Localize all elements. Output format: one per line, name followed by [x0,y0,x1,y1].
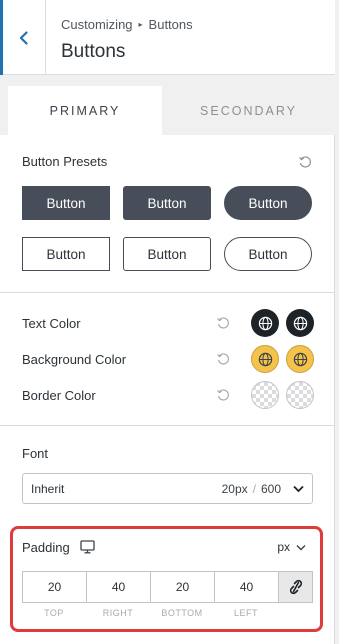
background-color-swatch-initial[interactable] [251,345,279,373]
padding-left-input[interactable]: 40 [214,571,278,603]
text-color-label: Text Color [22,315,81,331]
breadcrumb-root: Customizing [61,17,133,32]
border-color-label: Border Color [22,387,96,403]
border-color-swatch-initial[interactable] [251,381,279,409]
padding-header: Padding px [22,538,306,556]
presets-reset-icon[interactable] [298,155,312,169]
breadcrumb-current: Buttons [148,17,193,32]
divider [0,425,335,426]
customizer-panel: Customizing ▸ Buttons Buttons PRIMARY SE… [0,0,335,644]
font-weight-value: 600 [260,481,281,496]
background-color-reset-icon[interactable] [216,352,230,366]
page-title: Buttons [61,41,126,62]
padding-bottom-input[interactable]: 20 [150,571,214,603]
presets-header: Button Presets [22,154,312,169]
background-color-label: Background Color [22,351,127,367]
padding-label: Padding [22,539,70,555]
border-color-reset-icon[interactable] [216,388,230,402]
unit-value: px [277,540,290,554]
font-family-value: Inherit [31,481,65,496]
tab-bar: PRIMARY SECONDARY [0,75,335,135]
preset-button-solid-rounded[interactable]: Button [123,186,211,220]
font-label: Font [22,446,49,461]
border-color-swatch-hover[interactable] [286,381,314,409]
text-color-reset-icon[interactable] [216,316,230,330]
unit-select[interactable]: px [277,540,306,554]
breadcrumb-separator-icon: ▸ [138,20,143,29]
preset-button-outline-rounded[interactable]: Button [123,237,211,271]
padding-left-label: LEFT [233,608,258,618]
scrollbar[interactable] [335,0,339,644]
globe-icon [258,352,272,366]
padding-top-input[interactable]: 20 [22,571,86,603]
divider [0,292,335,293]
font-separator: / [252,481,256,496]
globe-icon [293,316,307,330]
chevron-down-icon [293,485,304,492]
background-color-swatch-hover[interactable] [286,345,314,373]
globe-icon [293,352,307,366]
padding-side-labels: TOP RIGHT BOTTOM LEFT [22,608,278,618]
font-size-value: 20px [221,481,248,496]
link-values-button[interactable] [278,571,313,603]
text-color-swatch-initial[interactable] [251,309,279,337]
font-select[interactable]: Inherit 20px / 600 [22,473,313,504]
padding-inputs: 20 40 20 40 [22,571,313,603]
preset-button-outline-square[interactable]: Button [22,237,110,271]
presets-label: Button Presets [22,154,108,169]
back-button[interactable] [0,0,46,75]
breadcrumb: Customizing ▸ Buttons [61,17,193,32]
preset-button-solid-square[interactable]: Button [22,186,110,220]
padding-right-input[interactable]: 40 [86,571,150,603]
preset-button-outline-pill[interactable]: Button [224,237,312,271]
text-color-row: Text Color [22,308,314,338]
globe-icon [258,316,272,330]
preset-button-solid-pill[interactable]: Button [224,186,312,220]
text-color-swatch-hover[interactable] [286,309,314,337]
padding-bottom-label: BOTTOM [161,608,203,618]
font-size-weight: 20px / 600 [222,482,281,496]
tab-secondary[interactable]: SECONDARY [162,86,335,135]
panel-header: Customizing ▸ Buttons Buttons [0,0,335,75]
chevron-down-icon [296,544,306,550]
unlink-icon [289,579,302,595]
border-color-row: Border Color [22,380,314,410]
chevron-left-icon [19,30,28,45]
padding-right-label: RIGHT [102,608,134,618]
tab-primary[interactable]: PRIMARY [8,86,162,135]
padding-top-label: TOP [44,608,64,618]
background-color-row: Background Color [22,344,314,374]
desktop-monitor-icon[interactable] [80,540,95,554]
